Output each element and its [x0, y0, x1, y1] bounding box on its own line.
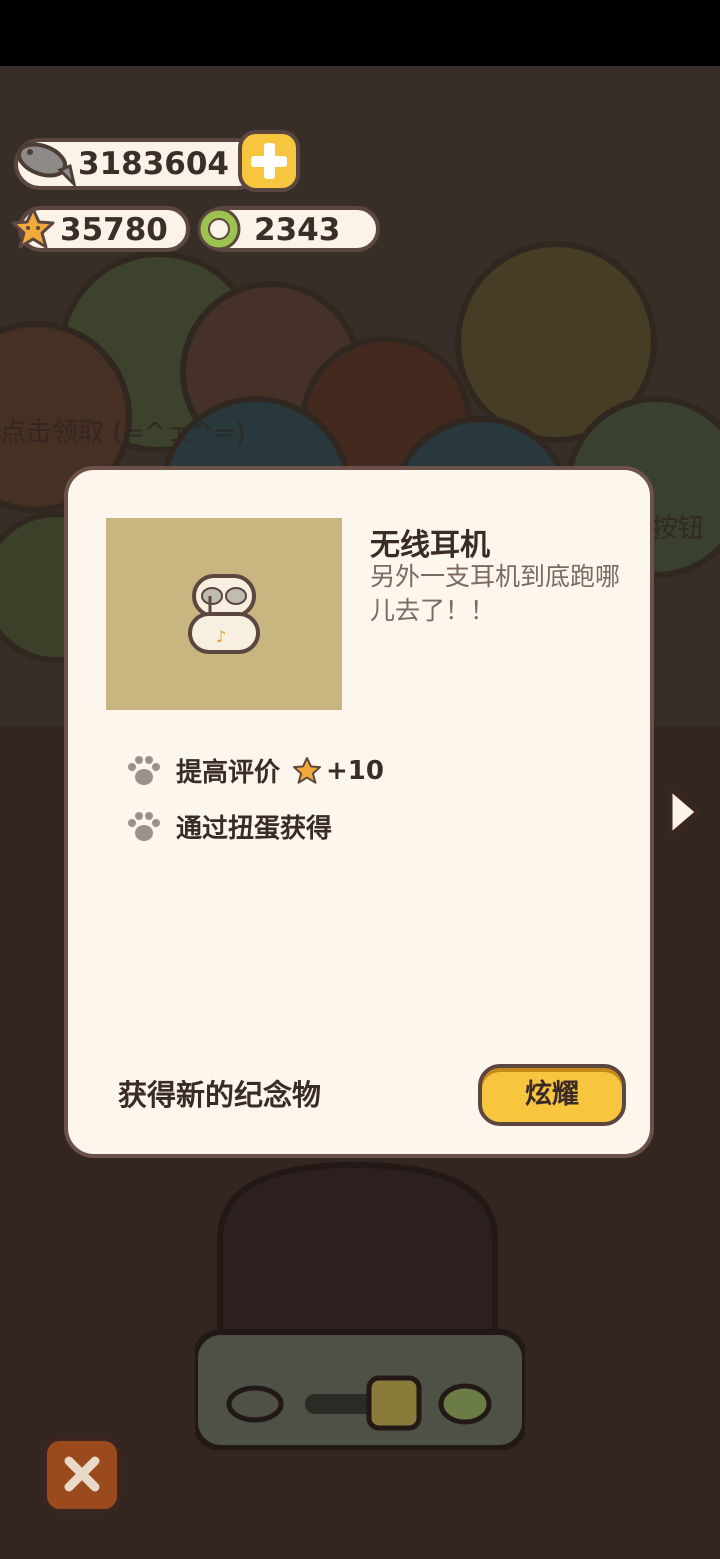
star-bonus: +10	[326, 755, 384, 786]
plus-icon	[251, 143, 287, 179]
button-hint-text: 按钮	[652, 514, 705, 544]
paw-icon	[128, 755, 160, 785]
star-icon	[11, 207, 55, 249]
attribute-label: 提高评价	[176, 758, 281, 788]
coin-amount: 2343	[254, 212, 341, 248]
earphone-case-icon: ♪	[188, 574, 260, 654]
item-description: 另外一支耳机到底跑哪儿去了！！	[370, 562, 621, 625]
svg-text:♪: ♪	[216, 627, 226, 646]
share-button[interactable]: 炫耀	[478, 1064, 626, 1126]
gacha-machine	[195, 1161, 525, 1450]
close-button[interactable]	[42, 1436, 122, 1514]
item-thumbnail: ♪	[106, 518, 342, 710]
close-icon	[64, 1456, 100, 1492]
gacha-lever[interactable]	[366, 1375, 422, 1431]
new-souvenir-label: 获得新的纪念物	[118, 1078, 322, 1112]
new-souvenir-dialog: ♪ 无线耳机 另外一支耳机到底跑哪儿去了！！ 提高评价 +10 通过扭蛋获得 获…	[64, 466, 654, 1158]
fish-amount: 3183604	[78, 146, 229, 182]
claim-hint-text: 点击领取 (=^ェ^=)	[0, 418, 246, 448]
add-currency-button[interactable]	[238, 130, 300, 192]
status-bar	[0, 0, 720, 66]
fish-icon	[16, 142, 76, 188]
star-amount: 35780	[60, 212, 168, 248]
arrow-right-icon[interactable]	[664, 782, 704, 842]
paw-icon	[128, 811, 160, 841]
attribute-label: 通过扭蛋获得	[176, 814, 333, 844]
attribute-source: 通过扭蛋获得	[126, 808, 332, 845]
coin-slot-icon	[438, 1383, 492, 1425]
item-title: 无线耳机	[370, 528, 490, 563]
attribute-rating: 提高评价 +10	[126, 752, 384, 789]
star-icon	[292, 756, 322, 784]
coin-icon	[197, 207, 241, 251]
